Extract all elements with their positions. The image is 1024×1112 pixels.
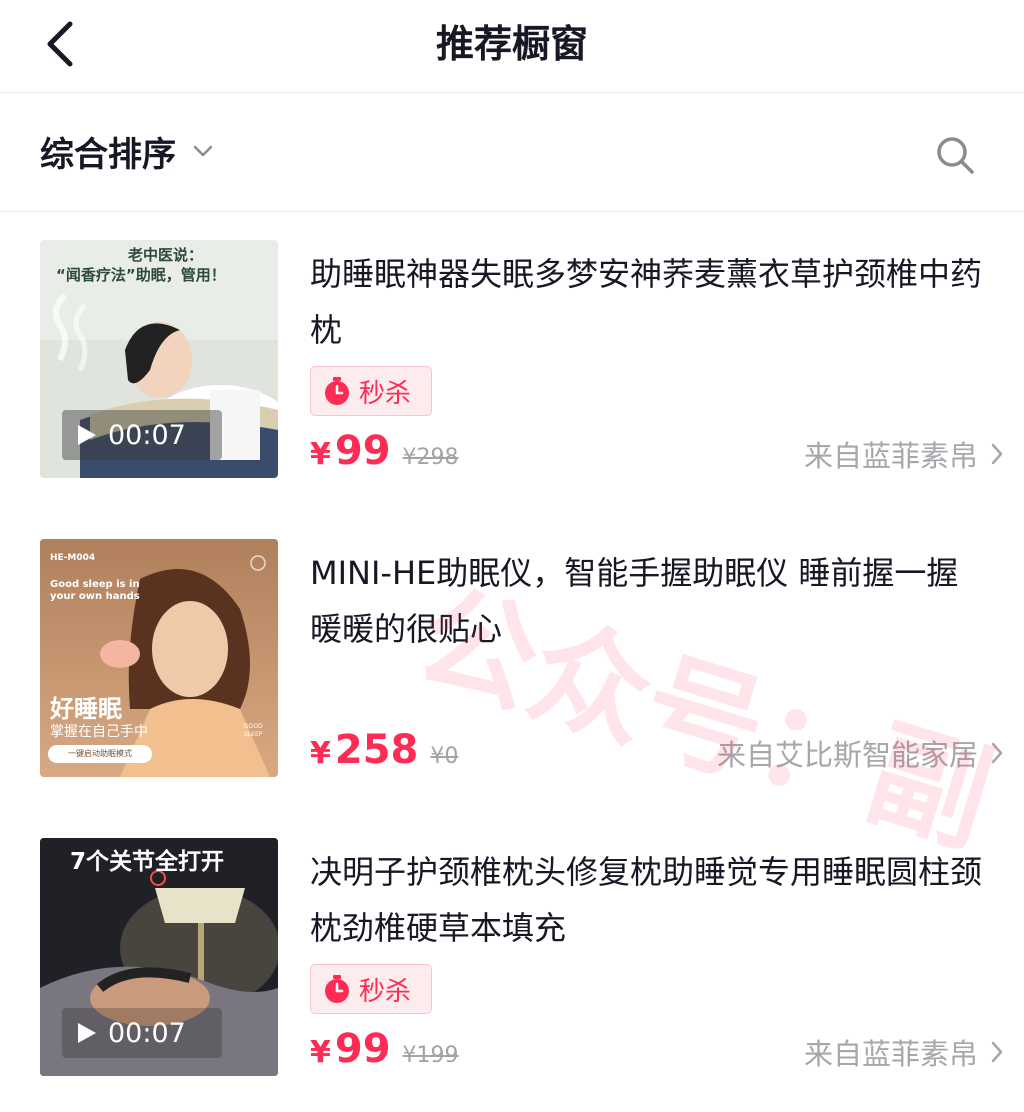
product-card[interactable]: 7个关节全打开 00:07 决明子护颈椎枕头修复枕助睡觉专用睡眠圆柱颈枕劲椎硬草… [0,838,1024,1098]
price-currency: ¥ [310,1035,331,1070]
flash-sale-badge: 秒杀 [310,964,432,1014]
shop-name: 来自艾比斯智能家居 [716,738,978,772]
flash-sale-badge: 秒杀 [310,366,432,416]
price: 99 [334,428,391,474]
chevron-down-icon [193,145,213,157]
original-price: ¥0 [430,744,459,769]
price: 99 [334,1026,391,1072]
search-icon [937,137,974,174]
sort-label: 综合排序 [40,134,176,175]
product-title[interactable]: 助睡眠神器失眠多梦安神荞麦薰衣草护颈椎中药枕 [310,246,990,358]
shop-link[interactable]: 来自蓝菲素帛 [804,432,1004,476]
shop-link[interactable]: 来自蓝菲素帛 [804,1030,1004,1074]
play-icon [78,425,96,445]
video-duration: 00:07 [108,419,186,451]
product-title[interactable]: 决明子护颈椎枕头修复枕助睡觉专用睡眠圆柱颈枕劲椎硬草本填充 [310,844,990,956]
thumb-brand: GOOD SLEEP [244,723,263,738]
play-icon [78,1023,96,1043]
shop-name: 来自蓝菲素帛 [803,1037,978,1071]
thumb-heading: 7个关节全打开 [70,849,225,875]
search-button[interactable] [925,125,985,185]
thumb-heading-2: “闻香疗法”助眠，管用！ [56,266,226,284]
thumb-subtitle: 掌握在自己手中 [50,724,148,740]
flash-sale-label: 秒杀 [359,976,412,1007]
sort-bar: 综合排序 [0,93,1024,212]
flash-sale-label: 秒杀 [359,378,412,409]
sort-dropdown[interactable]: 综合排序 [40,121,214,181]
price-row: ¥ 258 ¥0 [310,727,458,779]
product-card[interactable]: HE-M004 Good sleep is in your own hands … [0,539,1024,799]
chevron-right-icon [991,443,1003,465]
thumb-title: 好睡眠 [50,695,122,723]
thumb-button: 一键启动助眠模式 [48,745,152,763]
video-duration-badge: 00:07 [62,1008,222,1058]
stopwatch-icon [325,975,349,1003]
chevron-right-icon [991,1041,1003,1063]
price-row: ¥ 99 ¥298 [310,428,459,480]
product-card[interactable]: 老中医说： “闻香疗法”助眠，管用！ 00:07 助睡眠神器失眠多梦安神荞麦薰衣… [0,240,1024,500]
original-price: ¥199 [402,1043,459,1068]
chevron-right-icon [991,742,1003,764]
thumb-model: HE-M004 [50,553,96,563]
product-title[interactable]: MINI-HE助眠仪，智能手握助眠仪 睡前握一握暖暖的很贴心 [310,545,990,657]
shop-link[interactable]: 来自艾比斯智能家居 [717,731,1004,775]
thumb-tagline: Good sleep is in your own hands [50,579,140,602]
product-thumbnail[interactable]: 老中医说： “闻香疗法”助眠，管用！ 00:07 [40,240,278,478]
video-duration-badge: 00:07 [62,410,222,460]
thumb-button-label: 一键启动助眠模式 [68,749,132,758]
product-image [40,539,278,777]
original-price: ¥298 [402,445,459,470]
page-title: 推荐橱窗 [435,22,588,66]
price-currency: ¥ [310,736,331,771]
top-bar: 推荐橱窗 [0,0,1024,93]
product-thumbnail[interactable]: HE-M004 Good sleep is in your own hands … [40,539,278,777]
thumb-heading: 老中医说： [128,246,204,264]
stopwatch-icon [325,377,349,405]
price: 258 [334,727,419,773]
product-thumbnail[interactable]: 7个关节全打开 00:07 [40,838,278,1076]
video-duration: 00:07 [108,1017,186,1049]
price-currency: ¥ [310,437,331,472]
price-row: ¥ 99 ¥199 [310,1026,459,1078]
shop-name: 来自蓝菲素帛 [803,439,978,473]
